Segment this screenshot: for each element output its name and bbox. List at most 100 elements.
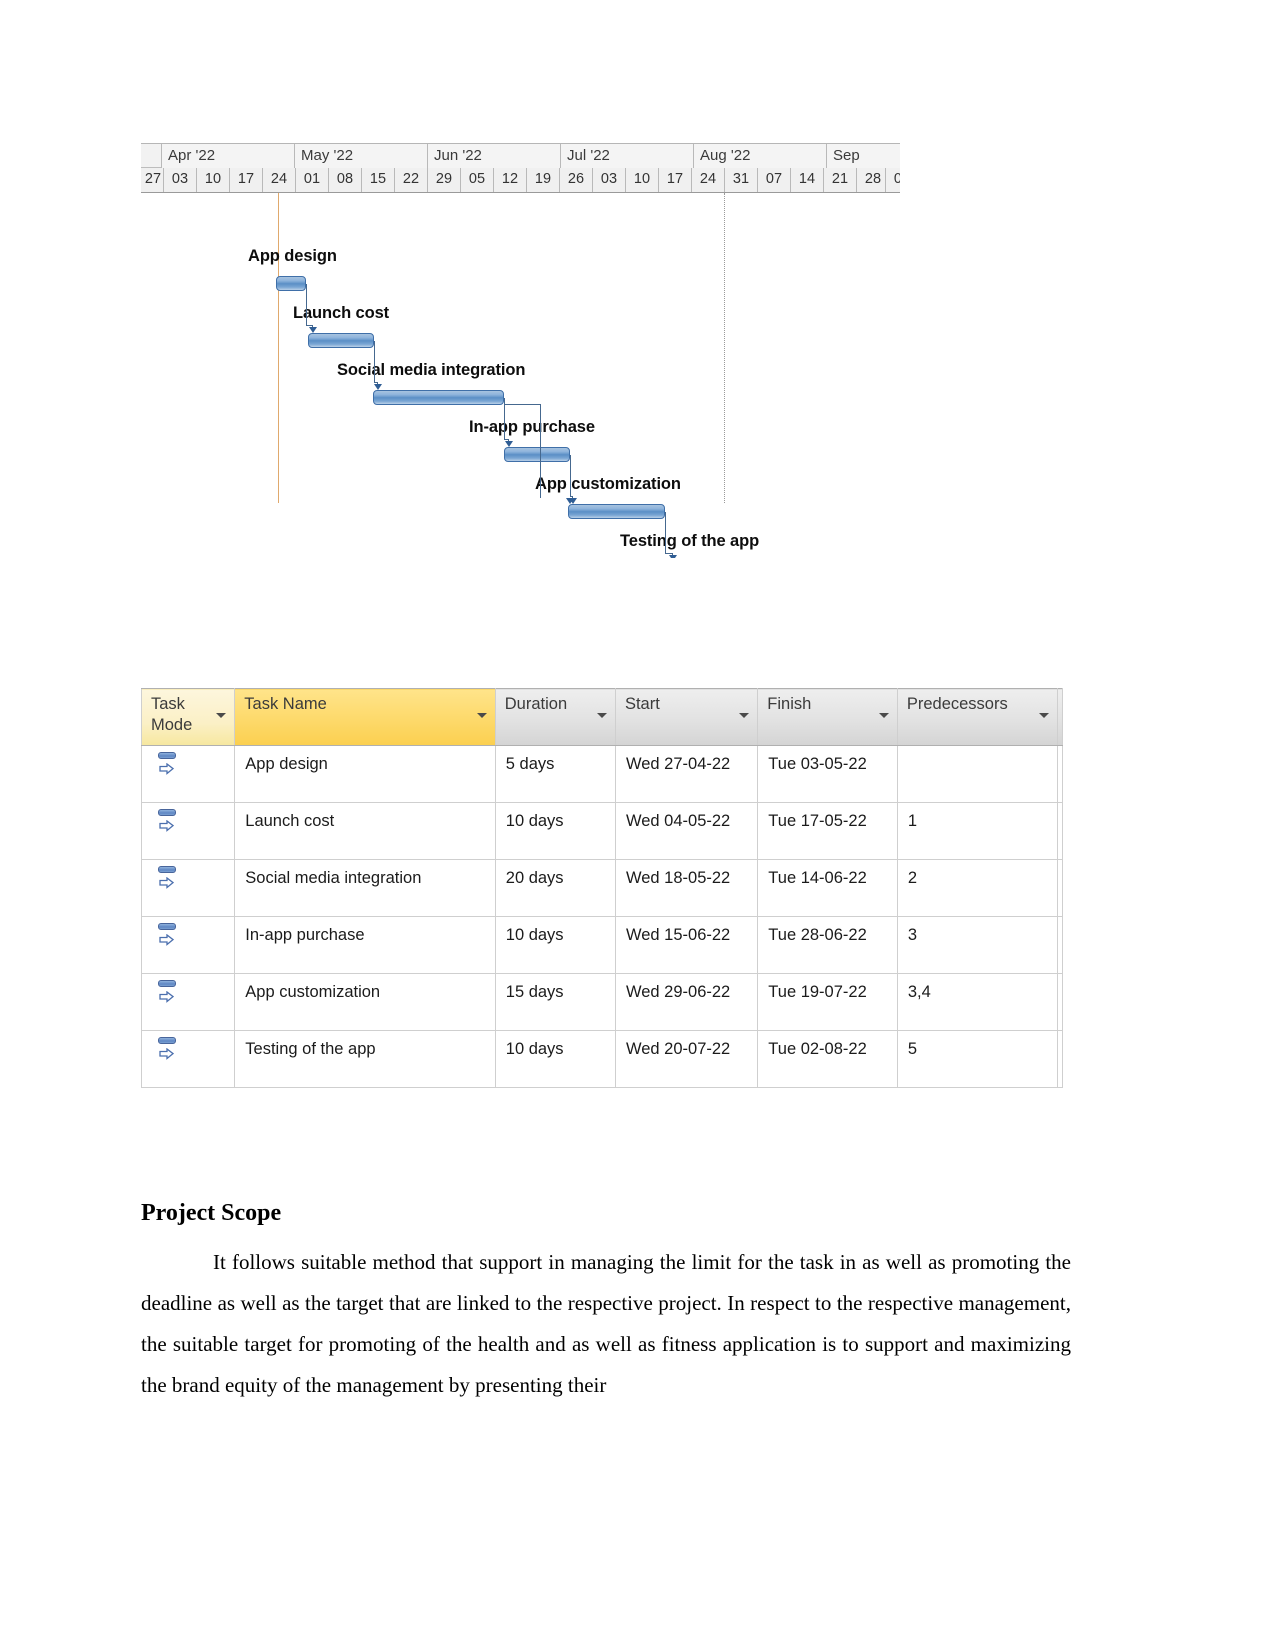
cell-start[interactable]: Wed 29-06-22 — [614, 973, 759, 1031]
cell-predecessors-text: 3,4 — [907, 983, 931, 1001]
timescale-month-4: Aug '22 — [693, 144, 826, 168]
gantt-task-label-3: In-app purchase — [469, 418, 595, 436]
gantt-bar-4[interactable] — [568, 504, 665, 519]
task-mode-header-line2: Mode — [151, 716, 193, 734]
filter-chevron-down-icon[interactable] — [476, 713, 487, 718]
cell-start[interactable]: Wed 04-05-22 — [614, 802, 759, 860]
cell-finish-text: Tue 19-07-22 — [768, 983, 867, 1001]
dependency-arrow-4 — [668, 555, 677, 558]
cell-task-mode[interactable] — [140, 916, 236, 974]
mode-arrow-icon — [159, 818, 175, 832]
table-row[interactable]: In-app purchase 10 days Wed 15-06-22 Tue 28… — [140, 916, 1063, 974]
column-header-predecessors[interactable]: Predecessors — [896, 688, 1059, 746]
timescale-week-12: 19 — [526, 168, 559, 192]
gantt-bar-0[interactable] — [276, 276, 306, 291]
cell-start-text: Wed 18-05-22 — [625, 869, 731, 887]
gantt-timescale: Apr '22 May '22 Jun '22 Jul '22 Aug '22 Sep 2… — [141, 143, 900, 193]
cell-finish-text: Tue 17-05-22 — [768, 812, 867, 830]
cell-task-mode[interactable] — [140, 859, 236, 917]
timescale-week-13: 26 — [559, 168, 592, 192]
timescale-week-4: 24 — [262, 168, 295, 192]
cell-task-name[interactable]: Social media integration — [234, 859, 496, 917]
table-row[interactable]: Social media integration 20 days Wed 18-05… — [140, 859, 1063, 917]
cell-predecessors-text: 5 — [907, 1040, 918, 1058]
cell-task-name[interactable]: In-app purchase — [234, 916, 496, 974]
gantt-bar-1[interactable] — [308, 333, 374, 348]
cell-start[interactable]: Wed 20-07-22 — [614, 1030, 759, 1088]
cell-task-name[interactable]: App customization — [234, 973, 496, 1031]
filter-chevron-down-icon[interactable] — [739, 713, 750, 718]
cell-start[interactable]: Wed 15-06-22 — [614, 916, 759, 974]
manually-scheduled-icon — [156, 979, 182, 1005]
timescale-week-5: 01 — [295, 168, 328, 192]
dependency-arrow-0 — [308, 327, 317, 333]
cell-task-name[interactable]: Launch cost — [234, 802, 496, 860]
gantt-task-label-1: Launch cost — [293, 304, 390, 322]
column-header-task-mode[interactable]: Task Mode — [140, 688, 236, 746]
filter-chevron-down-icon[interactable] — [878, 713, 889, 718]
cell-duration-text: 10 days — [505, 926, 564, 944]
cell-finish[interactable]: Tue 02-08-22 — [757, 1030, 898, 1088]
column-header-finish[interactable]: Finish — [757, 688, 898, 746]
cell-start-text: Wed 15-06-22 — [625, 926, 731, 944]
dependency-arrow-3-4 — [566, 498, 574, 504]
cell-duration[interactable]: 15 days — [494, 973, 616, 1031]
cell-truncated — [1057, 859, 1063, 917]
timescale-week-23: 04 — [885, 168, 900, 192]
cell-task-mode[interactable] — [140, 1030, 236, 1088]
mode-bar-icon — [158, 980, 176, 987]
table-row[interactable]: App customization 15 days Wed 29-06-22 Tue … — [140, 973, 1063, 1031]
cell-predecessors[interactable] — [896, 745, 1059, 803]
timescale-week-17: 24 — [691, 168, 724, 192]
timescale-month-2: Jun '22 — [427, 144, 560, 168]
dependency-link-3-4-vertical — [540, 404, 541, 498]
cell-finish[interactable]: Tue 17-05-22 — [757, 802, 898, 860]
mode-arrow-icon — [159, 1046, 175, 1060]
cell-predecessors[interactable]: 2 — [896, 859, 1059, 917]
cell-finish[interactable]: Tue 19-07-22 — [757, 973, 898, 1031]
cell-duration[interactable]: 20 days — [494, 859, 616, 917]
cell-predecessors[interactable]: 3 — [896, 916, 1059, 974]
column-header-start[interactable]: Start — [614, 688, 759, 746]
filter-chevron-down-icon[interactable] — [596, 713, 607, 718]
cell-finish-text: Tue 28-06-22 — [768, 926, 867, 944]
cell-task-name[interactable]: App design — [234, 745, 496, 803]
cell-duration[interactable]: 10 days — [494, 916, 616, 974]
cell-duration[interactable]: 5 days — [494, 745, 616, 803]
cell-task-mode[interactable] — [140, 802, 236, 860]
gantt-bar-3[interactable] — [504, 447, 570, 462]
column-header-task-name[interactable]: Task Name — [234, 688, 496, 746]
table-row[interactable]: Testing of the app 10 days Wed 20-07-22 Tue… — [140, 1030, 1063, 1088]
cell-finish-text: Tue 03-05-22 — [768, 755, 867, 773]
manually-scheduled-icon — [156, 1036, 182, 1062]
cell-task-mode[interactable] — [140, 973, 236, 1031]
table-row[interactable]: App design 5 days Wed 27-04-22 Tue 03-05-22 — [140, 745, 1063, 803]
timescale-week-9: 29 — [427, 168, 460, 192]
column-header-duration[interactable]: Duration — [494, 688, 616, 746]
prose-section: Project Scope It follows suitable method… — [141, 1198, 1071, 1406]
cell-start[interactable]: Wed 27-04-22 — [614, 745, 759, 803]
dependency-arrow-1 — [373, 384, 382, 390]
table-row[interactable]: Launch cost 10 days Wed 04-05-22 Tue 17-05-… — [140, 802, 1063, 860]
filter-chevron-down-icon[interactable] — [216, 713, 227, 718]
gantt-bar-2[interactable] — [373, 390, 504, 405]
cell-task-mode[interactable] — [140, 745, 236, 803]
cell-finish[interactable]: Tue 28-06-22 — [757, 916, 898, 974]
cell-finish[interactable]: Tue 14-06-22 — [757, 859, 898, 917]
dependency-arrow-2 — [504, 441, 513, 447]
cell-predecessors-text: 3 — [907, 926, 918, 944]
cell-duration[interactable]: 10 days — [494, 1030, 616, 1088]
header-row: Task Mode Task Name Duration Start Finis… — [140, 688, 1063, 746]
cell-finish[interactable]: Tue 03-05-22 — [757, 745, 898, 803]
timescale-week-21: 21 — [823, 168, 856, 192]
cell-predecessors[interactable]: 1 — [896, 802, 1059, 860]
body-paragraph: It follows suitable method that support … — [141, 1250, 1071, 1397]
filter-chevron-down-icon[interactable] — [1039, 713, 1049, 718]
cell-start[interactable]: Wed 18-05-22 — [614, 859, 759, 917]
cell-task-name[interactable]: Testing of the app — [234, 1030, 496, 1088]
cell-duration[interactable]: 10 days — [494, 802, 616, 860]
cell-predecessors[interactable]: 3,4 — [896, 973, 1059, 1031]
cell-task-name-text: Testing of the app — [245, 1040, 376, 1058]
cell-predecessors[interactable]: 5 — [896, 1030, 1059, 1088]
task-table-header: Task Mode Task Name Duration Start Finis… — [140, 688, 1063, 746]
